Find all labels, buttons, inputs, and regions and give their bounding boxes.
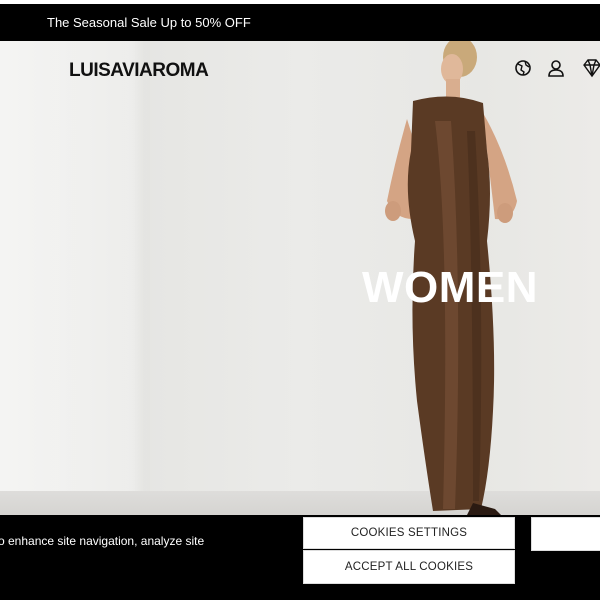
cookie-banner-text: o enhance site navigation, analyze site (0, 534, 205, 548)
cookie-banner: o enhance site navigation, analyze site … (0, 515, 600, 600)
promo-text[interactable]: The Seasonal Sale Up to 50% OFF (47, 4, 251, 41)
hero-wall-shade (0, 41, 150, 515)
brand-logo[interactable]: LUISAVIAROMA (69, 60, 209, 82)
hero-banner[interactable]: LUISAVIAROMA WOMEN (0, 41, 600, 515)
cookies-settings-button[interactable]: COOKIES SETTINGS (303, 517, 515, 549)
cookie-secondary-button[interactable] (531, 517, 600, 551)
globe-icon[interactable] (512, 57, 534, 79)
user-icon[interactable] (545, 57, 567, 79)
promo-bar: The Seasonal Sale Up to 50% OFF (0, 4, 600, 41)
hero-title[interactable]: WOMEN (362, 263, 538, 313)
accept-all-cookies-button[interactable]: ACCEPT ALL COOKIES (303, 550, 515, 584)
diamond-icon[interactable] (581, 57, 600, 79)
